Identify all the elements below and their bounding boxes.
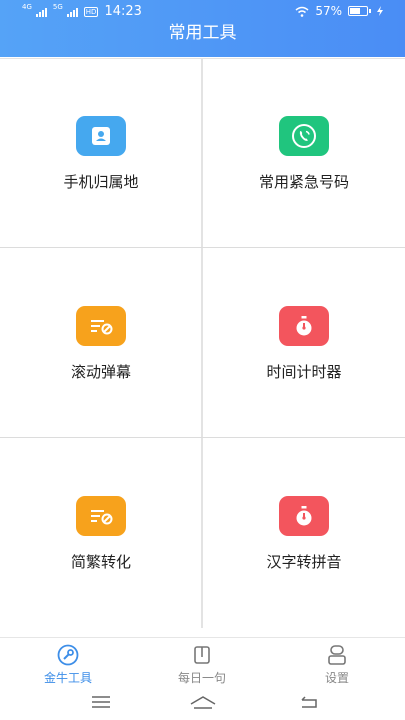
tab-label: 每日一句 [177,671,226,685]
tool-simplified-traditional[interactable]: 简繁转化 [0,439,202,629]
tool-emergency-numbers[interactable]: 常用紧急号码 [203,59,405,249]
signal-icon [35,7,47,17]
battery-icon [348,6,368,16]
back-icon[interactable] [298,694,320,710]
contact-card-icon [76,116,126,156]
tool-label: 常用紧急号码 [258,173,349,191]
tab-settings[interactable]: 设置 [282,644,392,686]
stopwatch-icon [279,496,329,536]
grid-divider-horizontal [0,437,405,438]
tool-phone-location[interactable]: 手机归属地 [0,59,202,249]
tool-label: 手机归属地 [63,173,139,191]
phone-call-icon [279,116,329,156]
settings-icon [282,644,392,666]
system-nav-bar [0,688,405,720]
battery-percent: 57% [315,4,342,18]
tab-daily-quote[interactable]: 每日一句 [147,644,257,686]
wifi-icon [295,6,309,17]
stopwatch-icon [279,306,329,346]
tool-label: 汉字转拼音 [266,553,342,571]
network-label-2: 5G [52,2,63,11]
menu-icon[interactable] [91,694,111,710]
hd-badge: HD [83,6,99,17]
book-icon [147,644,257,666]
home-icon[interactable] [189,694,217,710]
barrage-text-icon [76,306,126,346]
battery-cap [369,9,371,13]
grid-divider-horizontal [0,247,405,248]
network-label-1: 4G [22,2,32,11]
tool-label: 时间计时器 [266,363,342,381]
status-bar: 4G 5G HD 14:23 57% [0,0,405,24]
charging-icon [377,6,383,16]
grid-divider-vertical [201,58,203,628]
bottom-tab-bar: 金牛工具 每日一句 设置 [0,637,405,687]
tab-label: 金牛工具 [43,671,92,685]
tab-tools[interactable]: 金牛工具 [13,644,123,686]
tool-label: 简繁转化 [70,553,131,571]
tool-label: 滚动弹幕 [70,363,131,381]
barrage-text-icon [76,496,126,536]
wrench-icon [13,644,123,666]
tab-label: 设置 [324,671,349,685]
signal-icon-2 [66,7,78,17]
app-header: 4G 5G HD 14:23 57% 常用工具 [0,0,405,57]
tool-hanzi-pinyin[interactable]: 汉字转拼音 [203,439,405,629]
tool-timer[interactable]: 时间计时器 [203,249,405,439]
tool-scrolling-barrage[interactable]: 滚动弹幕 [0,249,202,439]
status-time: 14:23 [104,4,142,19]
page-title: 常用工具 [168,23,237,43]
